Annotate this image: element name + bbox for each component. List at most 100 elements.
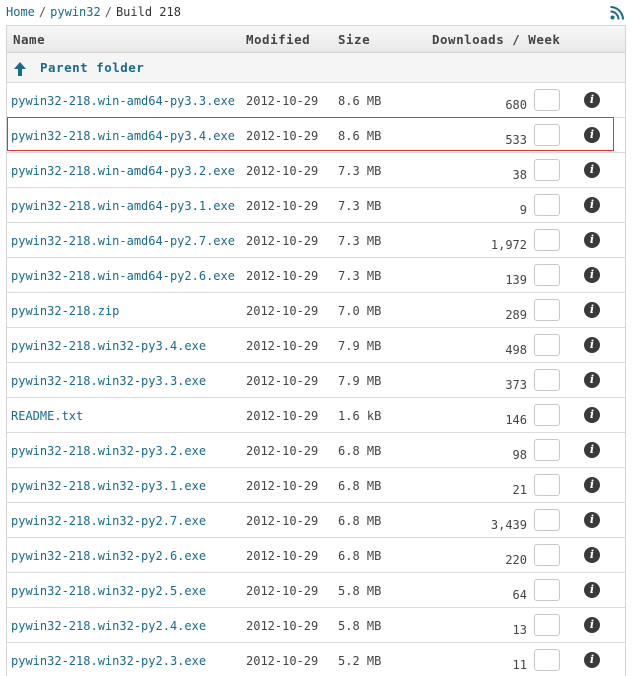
file-modified-date: 2012-10-29 (246, 619, 319, 633)
file-size: 8.6 MB (338, 129, 382, 143)
select-checkbox[interactable] (534, 194, 560, 216)
select-checkbox[interactable] (534, 614, 560, 636)
table-row: pywin32-218.win32-py2.7.exe 2012-10-29 6.8… (7, 503, 625, 538)
info-icon[interactable]: i (584, 617, 600, 633)
info-icon[interactable]: i (584, 477, 600, 493)
info-icon[interactable]: i (584, 337, 600, 353)
select-checkbox[interactable] (534, 159, 560, 181)
file-name-link[interactable]: pywin32-218.win32-py2.4.exe (11, 619, 206, 633)
file-name-link[interactable]: pywin32-218.win32-py2.3.exe (11, 654, 206, 668)
info-icon[interactable]: i (584, 582, 600, 598)
parent-folder-link[interactable]: Parent folder (40, 60, 144, 75)
file-modified-date: 2012-10-29 (246, 479, 319, 493)
breadcrumb-home-link[interactable]: Home (6, 5, 35, 19)
download-count: 64 (512, 588, 527, 602)
select-checkbox[interactable] (534, 439, 560, 461)
table-row: pywin32-218.win-amd64-py3.3.exe 2012-10-2… (7, 83, 625, 118)
info-icon[interactable]: i (584, 547, 600, 563)
file-modified-date: 2012-10-29 (246, 374, 319, 388)
file-name-link[interactable]: pywin32-218.zip (11, 304, 119, 318)
info-icon[interactable]: i (584, 302, 600, 318)
select-checkbox[interactable] (534, 369, 560, 391)
file-size: 7.3 MB (338, 199, 382, 213)
top-bar: Home / pywin32/Build 218 (0, 0, 633, 25)
table-row: README.txt 2012-10-29 1.6 kB 146 i (7, 398, 625, 433)
select-checkbox[interactable] (534, 509, 560, 531)
table-row: pywin32-218.win32-py3.2.exe 2012-10-29 6.8… (7, 433, 625, 468)
info-icon[interactable]: i (584, 92, 600, 108)
file-name-link[interactable]: pywin32-218.win32-py3.3.exe (11, 374, 206, 388)
file-modified-date: 2012-10-29 (246, 409, 319, 423)
select-checkbox[interactable] (534, 299, 560, 321)
file-name-link[interactable]: pywin32-218.win-amd64-py2.7.exe (11, 234, 235, 248)
file-modified-date: 2012-10-29 (246, 269, 319, 283)
info-icon[interactable]: i (584, 197, 600, 213)
file-modified-date: 2012-10-29 (246, 199, 319, 213)
file-name-link[interactable]: pywin32-218.win-amd64-py2.6.exe (11, 269, 235, 283)
select-checkbox[interactable] (534, 649, 560, 671)
select-checkbox[interactable] (534, 334, 560, 356)
download-count: 1,972 (490, 238, 527, 252)
info-icon[interactable]: i (584, 232, 600, 248)
info-icon[interactable]: i (584, 162, 600, 178)
arrow-up-icon (14, 62, 26, 76)
info-icon[interactable]: i (584, 652, 600, 668)
file-size: 6.8 MB (338, 549, 382, 563)
file-name-link[interactable]: pywin32-218.win-amd64-py3.2.exe (11, 164, 235, 178)
file-size: 6.8 MB (338, 444, 382, 458)
info-icon[interactable]: i (584, 372, 600, 388)
file-size: 7.3 MB (338, 164, 382, 178)
select-checkbox[interactable] (534, 579, 560, 601)
table-row: pywin32-218.win-amd64-py2.6.exe 2012-10-2… (7, 258, 625, 293)
file-name-link[interactable]: pywin32-218.win32-py3.2.exe (11, 444, 206, 458)
file-name-link[interactable]: pywin32-218.win-amd64-py3.1.exe (11, 199, 235, 213)
download-count: 139 (505, 273, 527, 287)
rss-icon[interactable] (610, 6, 624, 20)
download-count: 220 (505, 553, 527, 567)
file-name-link[interactable]: pywin32-218.win32-py2.5.exe (11, 584, 206, 598)
info-icon[interactable]: i (584, 442, 600, 458)
file-name-link[interactable]: pywin32-218.win-amd64-py3.3.exe (11, 94, 235, 108)
download-count: 9 (519, 203, 527, 217)
select-checkbox[interactable] (534, 264, 560, 286)
select-checkbox[interactable] (534, 404, 560, 426)
file-name-link[interactable]: README.txt (11, 409, 83, 423)
download-count: 38 (512, 168, 527, 182)
select-checkbox[interactable] (534, 544, 560, 566)
file-name-link[interactable]: pywin32-218.win32-py3.1.exe (11, 479, 206, 493)
file-size: 5.8 MB (338, 584, 382, 598)
column-header-name[interactable]: Name (13, 32, 45, 47)
parent-folder-row[interactable]: Parent folder (7, 53, 625, 83)
download-count: 98 (512, 448, 527, 462)
breadcrumb: Home / pywin32/Build 218 (6, 5, 181, 19)
table-row: pywin32-218.zip 2012-10-29 7.0 MB 289 i (7, 293, 625, 328)
table-row: pywin32-218.win-amd64-py3.4.exe 2012-10-2… (7, 118, 625, 153)
file-modified-date: 2012-10-29 (246, 444, 319, 458)
column-header-downloads[interactable]: Downloads / Week (432, 32, 560, 47)
info-icon[interactable]: i (584, 407, 600, 423)
select-checkbox[interactable] (534, 474, 560, 496)
download-count: 21 (512, 483, 527, 497)
file-name-link[interactable]: pywin32-218.win32-py2.6.exe (11, 549, 206, 563)
select-checkbox[interactable] (534, 89, 560, 111)
column-header-size[interactable]: Size (338, 32, 370, 47)
file-name-link[interactable]: pywin32-218.win32-py3.4.exe (11, 339, 206, 353)
select-checkbox[interactable] (534, 229, 560, 251)
download-count: 11 (512, 658, 527, 672)
info-icon[interactable]: i (584, 267, 600, 283)
download-count: 13 (512, 623, 527, 637)
file-size: 6.8 MB (338, 479, 382, 493)
table-row: pywin32-218.win32-py3.4.exe 2012-10-29 7.9… (7, 328, 625, 363)
file-name-link[interactable]: pywin32-218.win32-py2.7.exe (11, 514, 206, 528)
info-icon[interactable]: i (584, 512, 600, 528)
breadcrumb-project-link[interactable]: pywin32 (50, 5, 101, 19)
breadcrumb-separator: / (38, 5, 47, 19)
info-icon[interactable]: i (584, 127, 600, 143)
column-header-modified[interactable]: Modified (246, 32, 310, 47)
download-count: 680 (505, 98, 527, 112)
file-list: pywin32-218.win-amd64-py3.3.exe 2012-10-2… (7, 83, 625, 676)
file-name-link[interactable]: pywin32-218.win-amd64-py3.4.exe (11, 129, 235, 143)
table-row: pywin32-218.win-amd64-py3.2.exe 2012-10-2… (7, 153, 625, 188)
select-checkbox[interactable] (534, 124, 560, 146)
breadcrumb-separator: / (104, 5, 112, 19)
